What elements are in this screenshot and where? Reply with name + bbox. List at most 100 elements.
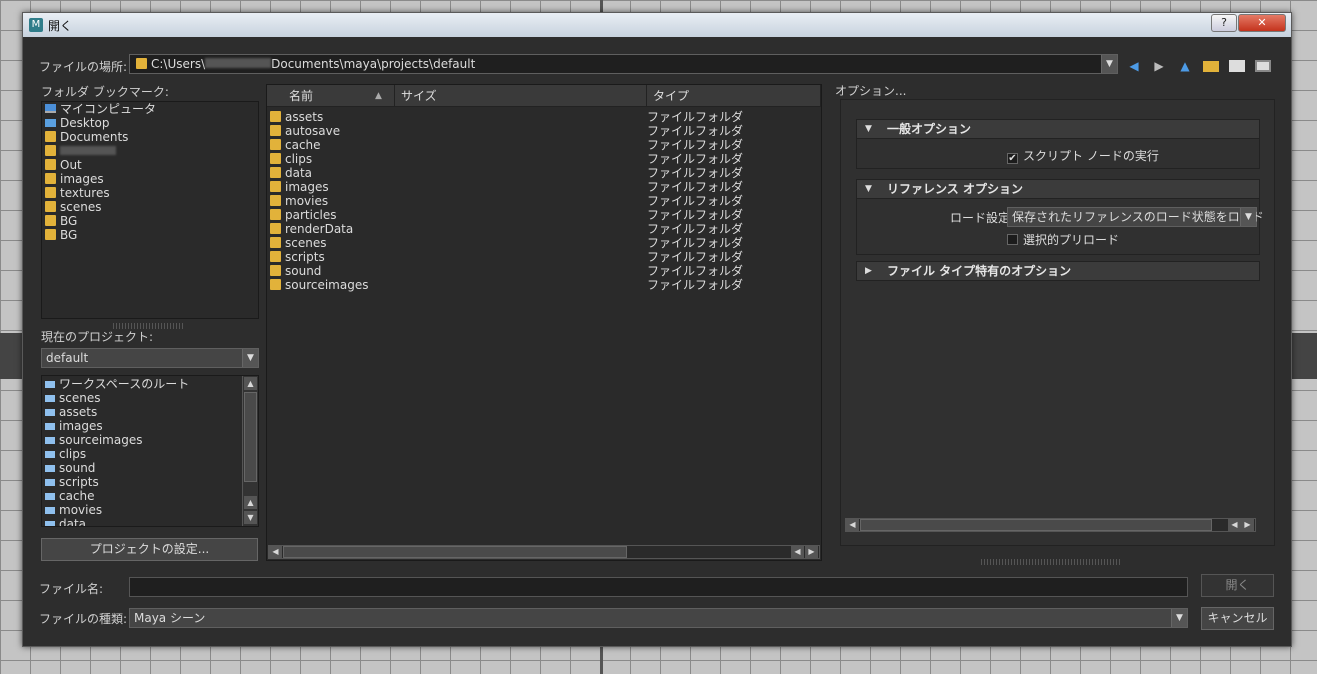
scroll-thumb[interactable] bbox=[860, 519, 1212, 531]
filetype-combo[interactable]: Maya シーン ▼ bbox=[129, 608, 1188, 628]
project-label: 現在のプロジェクト: bbox=[41, 330, 154, 344]
scroll-thumb[interactable] bbox=[244, 392, 257, 482]
bookmark-item[interactable]: textures bbox=[42, 186, 258, 200]
project-settings-button[interactable]: プロジェクトの設定... bbox=[41, 538, 258, 561]
folder-icon bbox=[270, 125, 281, 136]
folder-icon bbox=[45, 409, 55, 416]
column-header-name[interactable]: 名前 ▲ bbox=[267, 85, 395, 107]
scroll-thumb[interactable] bbox=[283, 546, 627, 558]
project-folder-item[interactable]: movies bbox=[42, 503, 240, 517]
file-row[interactable]: particles ファイルフォルダ bbox=[267, 208, 821, 222]
new-folder-icon[interactable] bbox=[1203, 61, 1219, 72]
vertical-scrollbar[interactable]: ▲ ▲ ▼ bbox=[242, 376, 258, 526]
help-button[interactable]: ? bbox=[1211, 14, 1237, 32]
file-row[interactable]: movies ファイルフォルダ bbox=[267, 194, 821, 208]
column-header-size[interactable]: サイズ bbox=[395, 85, 647, 107]
open-dialog: M 開く ? ✕ ファイルの場所: C:\Users\ Documents\may… bbox=[22, 12, 1292, 647]
selective-preload-checkbox[interactable]: 選択的プリロード bbox=[1007, 231, 1119, 248]
script-node-checkbox[interactable]: ✔ スクリプト ノードの実行 bbox=[1007, 147, 1159, 164]
scroll-left-icon[interactable]: ◀ bbox=[791, 546, 804, 558]
load-setting-combo[interactable]: 保存されたリファレンスのロード状態をロード ▼ bbox=[1007, 207, 1264, 227]
project-combo[interactable]: default ▼ bbox=[41, 348, 259, 368]
scroll-up-icon[interactable]: ▲ bbox=[244, 377, 257, 390]
scroll-left-icon[interactable]: ◀ bbox=[846, 519, 859, 531]
filetype-options-section[interactable]: ▶ ファイル タイプ特有のオプション bbox=[856, 261, 1260, 281]
triangle-right-icon: ▶ bbox=[865, 266, 872, 276]
scroll-down-icon[interactable]: ▲ bbox=[244, 496, 257, 509]
reference-options-section[interactable]: ▼ リファレンス オプション bbox=[856, 179, 1260, 199]
scroll-right-icon[interactable]: ▶ bbox=[1241, 519, 1254, 531]
file-row[interactable]: clips ファイルフォルダ bbox=[267, 152, 821, 166]
column-header-type[interactable]: タイプ bbox=[647, 85, 821, 107]
folder-icon bbox=[45, 507, 55, 514]
project-folder-item[interactable]: images bbox=[42, 419, 240, 433]
bookmark-item[interactable]: images bbox=[42, 172, 258, 186]
file-list: 名前 ▲ サイズ タイプ assets ファイルフォルダ autosave ファイルフ… bbox=[266, 84, 822, 561]
project-folder-item[interactable]: clips bbox=[42, 447, 240, 461]
bookmark-item[interactable]: Documents bbox=[42, 130, 258, 144]
scroll-down-icon[interactable]: ▼ bbox=[244, 511, 257, 524]
folder-icon bbox=[270, 195, 281, 206]
file-row[interactable]: scripts ファイルフォルダ bbox=[267, 250, 821, 264]
file-row[interactable]: assets ファイルフォルダ bbox=[267, 110, 821, 124]
scroll-left-icon[interactable]: ◀ bbox=[1228, 519, 1241, 531]
project-folder-item[interactable]: cache bbox=[42, 489, 240, 503]
splitter-grip[interactable] bbox=[981, 559, 1121, 565]
file-row[interactable]: renderData ファイルフォルダ bbox=[267, 222, 821, 236]
general-options-section[interactable]: ▼ 一般オプション bbox=[856, 119, 1260, 139]
cancel-button[interactable]: キャンセル bbox=[1201, 607, 1274, 630]
folder-icon bbox=[136, 58, 147, 69]
chevron-down-icon[interactable]: ▼ bbox=[1240, 208, 1256, 226]
filename-input[interactable] bbox=[129, 577, 1188, 597]
project-folder-item[interactable]: scenes bbox=[42, 391, 240, 405]
chevron-down-icon[interactable]: ▼ bbox=[1101, 55, 1117, 73]
up-folder-icon[interactable]: ▲ bbox=[1177, 59, 1193, 73]
location-path-combo[interactable]: C:\Users\ Documents\maya\projects\default… bbox=[129, 54, 1118, 74]
back-arrow-icon[interactable]: ◀ bbox=[1126, 59, 1142, 73]
file-row[interactable]: autosave ファイルフォルダ bbox=[267, 124, 821, 138]
open-button[interactable]: 開く bbox=[1201, 574, 1274, 597]
file-row[interactable]: scenes ファイルフォルダ bbox=[267, 236, 821, 250]
project-folder-item[interactable]: data bbox=[42, 517, 240, 526]
folder-icon bbox=[270, 209, 281, 220]
folder-icon bbox=[45, 215, 56, 226]
bookmark-item[interactable]: マイコンピュータ bbox=[42, 102, 258, 116]
file-row[interactable]: cache ファイルフォルダ bbox=[267, 138, 821, 152]
detail-view-icon[interactable] bbox=[1255, 60, 1271, 72]
project-folder-item[interactable]: ワークスペースのルート bbox=[42, 377, 240, 391]
bookmark-item[interactable]: Desktop bbox=[42, 116, 258, 130]
bookmark-item[interactable]: BG bbox=[42, 228, 258, 242]
filename-label: ファイル名: bbox=[39, 582, 104, 596]
folder-icon bbox=[45, 159, 56, 170]
bookmark-item[interactable]: scenes bbox=[42, 200, 258, 214]
window-title: 開く bbox=[48, 19, 73, 33]
folder-icon bbox=[270, 153, 281, 164]
file-row[interactable]: images ファイルフォルダ bbox=[267, 180, 821, 194]
horizontal-scrollbar[interactable]: ◀ ◀ ▶ bbox=[268, 545, 820, 559]
project-folder-list: ワークスペースのルート scenes assets images sourcei… bbox=[41, 375, 259, 527]
file-row[interactable]: data ファイルフォルダ bbox=[267, 166, 821, 180]
bookmark-item[interactable] bbox=[42, 144, 258, 158]
file-row[interactable]: sourceimages ファイルフォルダ bbox=[267, 278, 821, 292]
close-button[interactable]: ✕ bbox=[1238, 14, 1286, 32]
list-view-icon[interactable] bbox=[1229, 60, 1245, 72]
project-folder-item[interactable]: scripts bbox=[42, 475, 240, 489]
project-folder-item[interactable]: sourceimages bbox=[42, 433, 240, 447]
bookmark-item[interactable]: Out bbox=[42, 158, 258, 172]
project-folder-item[interactable]: sound bbox=[42, 461, 240, 475]
path-prefix: C:\Users\ bbox=[151, 57, 206, 71]
horizontal-scrollbar[interactable]: ◀ ◀ ▶ bbox=[845, 518, 1256, 532]
bookmark-item[interactable]: BG bbox=[42, 214, 258, 228]
scroll-right-icon[interactable]: ▶ bbox=[805, 546, 818, 558]
project-folder-item[interactable]: assets bbox=[42, 405, 240, 419]
bookmarks-label: フォルダ ブックマーク: bbox=[41, 85, 169, 99]
path-suffix: Documents\maya\projects\default bbox=[271, 57, 476, 71]
folder-icon bbox=[270, 181, 281, 192]
chevron-down-icon[interactable]: ▼ bbox=[1171, 609, 1187, 627]
file-row[interactable]: sound ファイルフォルダ bbox=[267, 264, 821, 278]
scroll-left-icon[interactable]: ◀ bbox=[269, 546, 282, 558]
forward-arrow-icon[interactable]: ▶ bbox=[1151, 59, 1167, 73]
filetype-label: ファイルの種類: bbox=[39, 612, 128, 626]
folder-icon bbox=[45, 187, 56, 198]
chevron-down-icon[interactable]: ▼ bbox=[242, 349, 258, 367]
